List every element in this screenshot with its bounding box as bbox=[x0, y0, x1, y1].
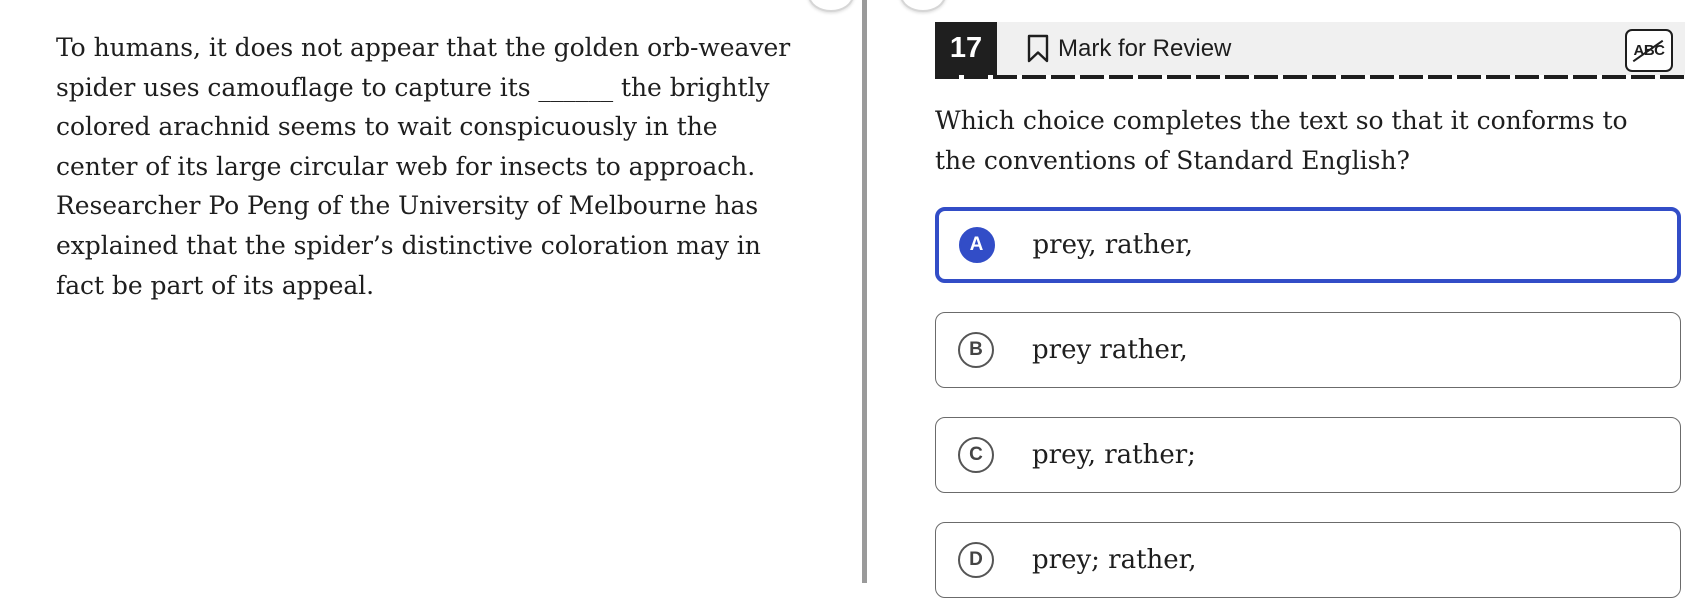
pane-divider[interactable] bbox=[862, 0, 867, 583]
question-header: 17 Mark for Review ABC bbox=[935, 22, 1685, 75]
resize-handle-right[interactable] bbox=[900, 0, 946, 12]
choice-text-c: prey, rather; bbox=[1032, 440, 1196, 470]
header-dashed-rule bbox=[935, 75, 1685, 79]
passage-text: To humans, it does not appear that the g… bbox=[56, 33, 791, 300]
bookmark-icon bbox=[1027, 34, 1049, 63]
choice-letter-c: C bbox=[958, 437, 994, 473]
mark-for-review-button[interactable]: Mark for Review bbox=[1027, 22, 1231, 75]
choice-letter-b: B bbox=[958, 332, 994, 368]
mark-for-review-label: Mark for Review bbox=[1058, 34, 1232, 62]
answer-choice-a[interactable]: A prey, rather, bbox=[935, 207, 1681, 283]
choice-letter-d: D bbox=[958, 542, 994, 578]
answer-eliminator-button[interactable]: ABC bbox=[1625, 29, 1673, 72]
choice-text-b: prey rather, bbox=[1032, 335, 1188, 365]
choice-text-d: prey; rather, bbox=[1032, 545, 1197, 575]
answer-choice-b[interactable]: B prey rather, bbox=[935, 312, 1681, 388]
question-prompt: Which choice completes the text so that … bbox=[935, 106, 1628, 175]
choice-letter-a: A bbox=[958, 227, 995, 263]
question-number: 17 bbox=[935, 22, 997, 75]
abc-strikethrough-icon: ABC bbox=[1633, 42, 1666, 59]
answer-choice-d[interactable]: D prey; rather, bbox=[935, 522, 1681, 598]
answer-choice-c[interactable]: C prey, rather; bbox=[935, 417, 1681, 493]
resize-handle-left[interactable] bbox=[808, 0, 854, 12]
choice-text-a: prey, rather, bbox=[1032, 230, 1194, 260]
